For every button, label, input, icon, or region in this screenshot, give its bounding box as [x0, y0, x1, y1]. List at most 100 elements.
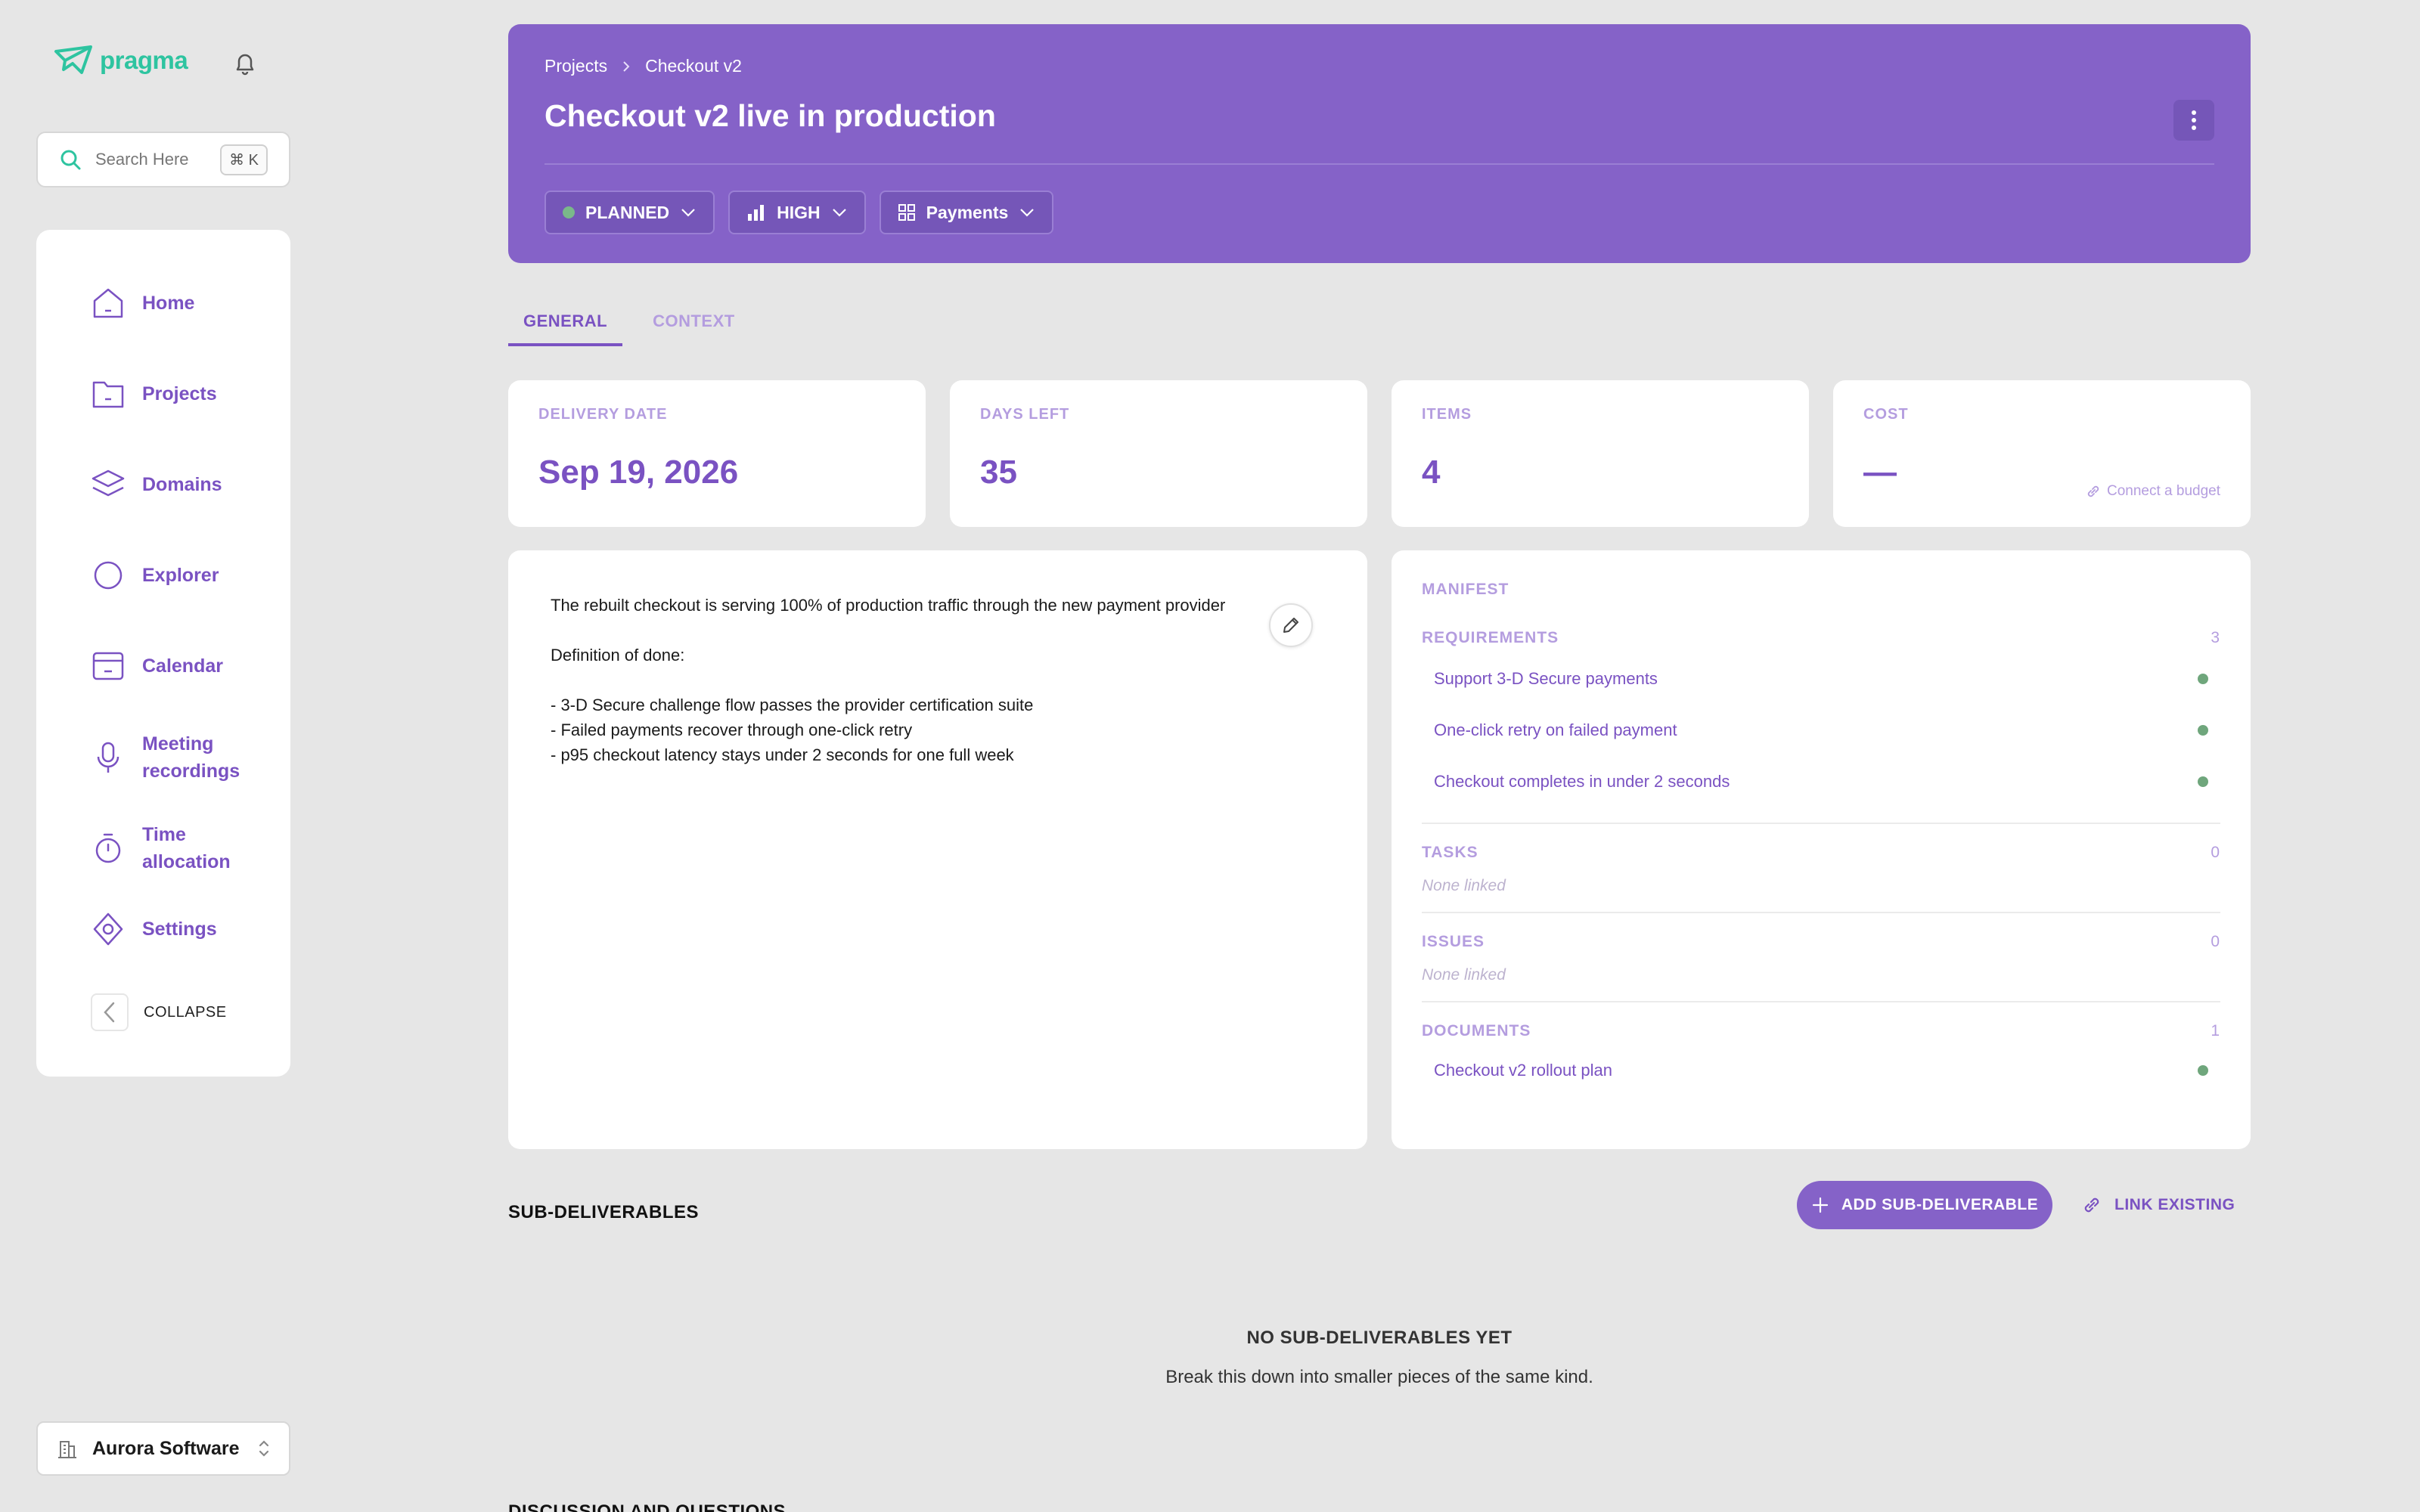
notifications-bell-icon[interactable] — [231, 50, 259, 77]
description-card: The rebuilt checkout is serving 100% of … — [508, 550, 1367, 1149]
dod-item: - 3-D Secure challenge flow passes the p… — [551, 696, 1034, 714]
sidebar-item-label: Explorer — [142, 565, 219, 586]
items-card: ITEMS 4 — [1392, 380, 1809, 527]
status-dot-icon — [563, 206, 575, 218]
building-icon — [58, 1441, 76, 1458]
divider — [1422, 912, 2220, 913]
pencil-icon — [1283, 618, 1298, 633]
priority-dropdown[interactable]: HIGH — [728, 191, 866, 234]
requirement-label: Checkout completes in under 2 seconds — [1434, 772, 1730, 791]
chevron-down-icon — [1020, 209, 1035, 217]
search-placeholder: Search Here — [95, 150, 189, 169]
breadcrumb-projects[interactable]: Projects — [544, 56, 607, 76]
organization-switcher[interactable]: Aurora Software — [36, 1421, 290, 1476]
search-icon — [60, 150, 81, 170]
domain-label: Payments — [926, 202, 1009, 222]
requirement-label: Support 3-D Secure payments — [1434, 669, 1658, 688]
brand-logo[interactable]: pragma — [53, 44, 188, 77]
edit-description-button[interactable] — [1269, 603, 1313, 647]
section-label: TASKS — [1422, 844, 1478, 861]
requirement-item[interactable]: One-click retry on failed payment — [1422, 705, 2220, 756]
sub-deliverables-title: SUB-DELIVERABLES — [508, 1202, 700, 1222]
chevron-right-icon — [623, 60, 630, 72]
sidebar-item-label: Time allocation — [142, 824, 231, 872]
paper-plane-icon — [54, 45, 92, 74]
divider — [544, 163, 2214, 165]
brand-name: pragma — [100, 46, 188, 74]
breadcrumb-current[interactable]: Checkout v2 — [645, 56, 742, 76]
status-dropdown[interactable]: PLANNED — [544, 191, 715, 234]
sidebar-item-time-allocation[interactable]: Time allocation — [91, 821, 248, 875]
sidebar-item-meeting-recordings[interactable]: Meeting recordings — [91, 730, 248, 785]
section-label: REQUIREMENTS — [1422, 629, 1559, 646]
folder-icon — [92, 381, 124, 408]
link-icon — [2087, 485, 2099, 497]
tab-context[interactable]: CONTEXT — [638, 302, 750, 346]
signal-bars-icon — [748, 205, 765, 221]
connect-budget-label: Connect a budget — [2106, 483, 2220, 499]
documents-header: DOCUMENTS 1 — [1422, 1022, 2220, 1040]
document-label: Checkout v2 rollout plan — [1434, 1061, 1613, 1080]
calendar-icon — [92, 652, 124, 680]
section-count: 0 — [2211, 933, 2220, 950]
sidebar-item-label: Domains — [142, 474, 222, 495]
chevron-down-icon — [832, 209, 846, 217]
stat-label: COST — [1863, 406, 1909, 423]
dod-item: - p95 checkout latency stays under 2 sec… — [551, 745, 1014, 764]
section-count: 1 — [2211, 1022, 2220, 1040]
requirement-label: One-click retry on failed payment — [1434, 720, 1677, 739]
status-dot-icon — [2198, 725, 2208, 736]
delivery-date-card: DELIVERY DATE Sep 19, 2026 — [508, 380, 926, 527]
section-count: 3 — [2211, 629, 2220, 646]
stat-label: DELIVERY DATE — [538, 406, 668, 423]
collapse-sidebar-button[interactable]: COLLAPSE — [91, 993, 227, 1031]
items-value: 4 — [1422, 454, 1441, 491]
tasks-empty: None linked — [1422, 877, 1506, 894]
layers-icon — [92, 469, 125, 497]
home-icon — [93, 288, 123, 318]
plus-icon — [1812, 1197, 1828, 1213]
dod-item: - Failed payments recover through one-cl… — [551, 720, 913, 739]
days-left-card: DAYS LEFT 35 — [950, 380, 1367, 527]
connect-budget-link[interactable]: Connect a budget — [2086, 483, 2220, 500]
tab-bar: GENERAL CONTEXT — [508, 302, 750, 346]
sidebar-item-projects[interactable]: Projects — [91, 376, 217, 411]
breadcrumb: Projects Checkout v2 — [544, 56, 742, 76]
tab-general[interactable]: GENERAL — [508, 302, 623, 346]
delivery-date-value[interactable]: Sep 19, 2026 — [538, 454, 895, 491]
domain-dropdown[interactable]: Payments — [879, 191, 1054, 234]
collapse-label: COLLAPSE — [144, 1003, 227, 1021]
chevron-left-icon — [91, 993, 129, 1031]
description-intro: The rebuilt checkout is serving 100% of … — [551, 596, 1226, 615]
sidebar-item-home[interactable]: Home — [91, 286, 194, 321]
search-input[interactable]: Search Here ⌘ K — [36, 132, 290, 187]
grid-icon — [898, 204, 915, 221]
organization-name: Aurora Software — [92, 1437, 240, 1459]
empty-state-subtitle: Break this down into smaller pieces of t… — [1165, 1367, 1593, 1387]
microphone-icon — [97, 742, 119, 773]
sidebar-item-explorer[interactable]: Explorer — [91, 558, 219, 593]
cost-card: COST — Connect a budget — [1833, 380, 2251, 527]
discussion-title: DISCUSSION AND QUESTIONS — [508, 1501, 786, 1512]
stat-label: DAYS LEFT — [980, 406, 1070, 423]
document-item[interactable]: Checkout v2 rollout plan — [1422, 1045, 2220, 1096]
requirements-header: REQUIREMENTS 3 — [1422, 629, 2220, 647]
sidebar-item-calendar[interactable]: Calendar — [91, 649, 223, 683]
sidebar-item-settings[interactable]: Settings — [91, 912, 217, 947]
issues-header: ISSUES 0 — [1422, 933, 2220, 951]
more-options-button[interactable] — [2173, 100, 2214, 141]
requirement-item[interactable]: Support 3-D Secure payments — [1422, 653, 2220, 705]
definition-of-done-heading: Definition of done: — [551, 646, 685, 665]
chevron-down-icon — [681, 209, 695, 217]
chevron-up-down-icon — [259, 1440, 269, 1457]
search-shortcut: ⌘ K — [220, 144, 268, 175]
section-count: 0 — [2211, 844, 2220, 861]
link-existing-label: LINK EXISTING — [2114, 1196, 2235, 1213]
requirement-item[interactable]: Checkout completes in under 2 seconds — [1422, 756, 2220, 807]
add-sub-deliverable-label: ADD SUB-DELIVERABLE — [1841, 1196, 2039, 1213]
sidebar-item-domains[interactable]: Domains — [91, 467, 222, 502]
link-existing-button[interactable]: LINK EXISTING — [2081, 1190, 2235, 1220]
add-sub-deliverable-button[interactable]: ADD SUB-DELIVERABLE — [1797, 1181, 2052, 1229]
sidebar-item-label: Settings — [142, 919, 217, 940]
settings-icon — [93, 912, 123, 946]
